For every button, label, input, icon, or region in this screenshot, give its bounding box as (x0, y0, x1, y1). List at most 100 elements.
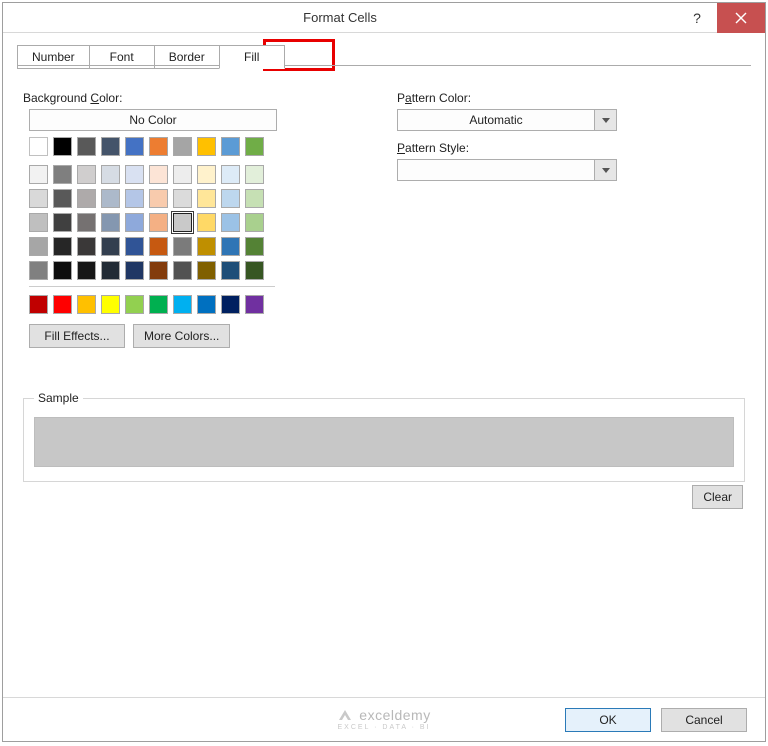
color-swatch[interactable] (197, 137, 216, 156)
color-swatch[interactable] (221, 295, 240, 314)
cancel-button[interactable]: Cancel (661, 708, 747, 732)
sample-label: Sample (34, 391, 83, 405)
color-swatch[interactable] (125, 137, 144, 156)
color-swatch[interactable] (53, 237, 72, 256)
color-swatch[interactable] (125, 189, 144, 208)
color-swatch[interactable] (101, 213, 120, 232)
color-swatch[interactable] (29, 137, 48, 156)
color-swatch[interactable] (245, 189, 264, 208)
color-swatch[interactable] (221, 165, 240, 184)
color-swatch[interactable] (245, 213, 264, 232)
color-swatch[interactable] (125, 213, 144, 232)
color-swatch[interactable] (149, 237, 168, 256)
background-color-label: Background Color: (23, 91, 393, 105)
color-swatch[interactable] (77, 213, 96, 232)
color-swatch[interactable] (29, 165, 48, 184)
color-swatch[interactable] (149, 213, 168, 232)
color-swatch[interactable] (221, 261, 240, 280)
pattern-color-combo[interactable]: Automatic (397, 109, 617, 131)
color-swatch[interactable] (77, 165, 96, 184)
color-swatch[interactable] (173, 137, 192, 156)
color-swatch[interactable] (77, 237, 96, 256)
fill-tab-content: Background Color: No Color Fill Effects.… (3, 69, 765, 512)
color-swatch[interactable] (221, 189, 240, 208)
color-swatch[interactable] (149, 137, 168, 156)
color-swatch[interactable] (101, 137, 120, 156)
color-swatch[interactable] (173, 295, 192, 314)
color-swatch[interactable] (101, 237, 120, 256)
color-swatch[interactable] (77, 295, 96, 314)
clear-button[interactable]: Clear (692, 485, 743, 509)
palette-divider (29, 286, 275, 287)
color-swatch[interactable] (29, 261, 48, 280)
theme-color-row (29, 137, 275, 156)
color-swatch[interactable] (197, 213, 216, 232)
color-swatch[interactable] (245, 295, 264, 314)
color-swatch[interactable] (149, 189, 168, 208)
sample-group: Sample (23, 398, 745, 482)
color-palette (29, 137, 275, 314)
color-swatch[interactable] (221, 237, 240, 256)
close-button[interactable] (717, 3, 765, 33)
more-colors-button[interactable]: More Colors... (133, 324, 230, 348)
color-swatch[interactable] (245, 261, 264, 280)
color-swatch[interactable] (101, 189, 120, 208)
color-swatch[interactable] (149, 165, 168, 184)
help-button[interactable]: ? (677, 3, 717, 33)
color-swatch[interactable] (221, 213, 240, 232)
color-swatch[interactable] (101, 165, 120, 184)
color-swatch[interactable] (197, 189, 216, 208)
color-swatch[interactable] (53, 165, 72, 184)
chevron-down-icon (594, 160, 616, 180)
color-swatch[interactable] (101, 295, 120, 314)
color-swatch[interactable] (77, 137, 96, 156)
color-swatch[interactable] (173, 189, 192, 208)
color-swatch[interactable] (125, 261, 144, 280)
color-swatch[interactable] (245, 137, 264, 156)
color-swatch[interactable] (29, 295, 48, 314)
color-swatch[interactable] (29, 213, 48, 232)
color-swatch[interactable] (29, 237, 48, 256)
tab-row: Number Font Border Fill (3, 33, 765, 69)
color-swatch[interactable] (125, 237, 144, 256)
color-swatch[interactable] (125, 295, 144, 314)
tab-divider (17, 65, 751, 66)
color-swatch[interactable] (53, 213, 72, 232)
color-swatch[interactable] (53, 189, 72, 208)
color-swatch[interactable] (77, 261, 96, 280)
pattern-style-combo[interactable] (397, 159, 617, 181)
color-swatch[interactable] (29, 189, 48, 208)
tab-fill[interactable]: Fill (219, 45, 285, 69)
color-swatch[interactable] (173, 261, 192, 280)
color-swatch[interactable] (173, 165, 192, 184)
color-swatch[interactable] (221, 137, 240, 156)
color-swatch[interactable] (197, 165, 216, 184)
close-icon (735, 12, 747, 24)
pattern-color-value: Automatic (398, 113, 594, 127)
color-swatch[interactable] (149, 261, 168, 280)
color-swatch[interactable] (125, 165, 144, 184)
dialog-footer: exceldemy EXCEL · DATA · BI OK Cancel (3, 697, 765, 741)
color-swatch[interactable] (149, 295, 168, 314)
no-color-button[interactable]: No Color (29, 109, 277, 131)
dialog-title: Format Cells (3, 10, 677, 25)
color-swatch[interactable] (53, 295, 72, 314)
format-cells-dialog: Format Cells ? Number Font Border Fill B… (2, 2, 766, 742)
ok-button[interactable]: OK (565, 708, 651, 732)
color-swatch[interactable] (53, 261, 72, 280)
color-swatch[interactable] (101, 261, 120, 280)
shade-color-grid (29, 165, 275, 280)
color-swatch[interactable] (197, 295, 216, 314)
sample-preview (34, 417, 734, 467)
color-swatch[interactable] (77, 189, 96, 208)
color-swatch[interactable] (245, 237, 264, 256)
logo-icon (337, 708, 353, 724)
color-swatch[interactable] (173, 237, 192, 256)
color-swatch[interactable] (245, 165, 264, 184)
fill-effects-button[interactable]: Fill Effects... (29, 324, 125, 348)
color-swatch[interactable] (53, 137, 72, 156)
color-swatch[interactable] (173, 213, 192, 232)
standard-color-row (29, 295, 275, 314)
color-swatch[interactable] (197, 261, 216, 280)
color-swatch[interactable] (197, 237, 216, 256)
